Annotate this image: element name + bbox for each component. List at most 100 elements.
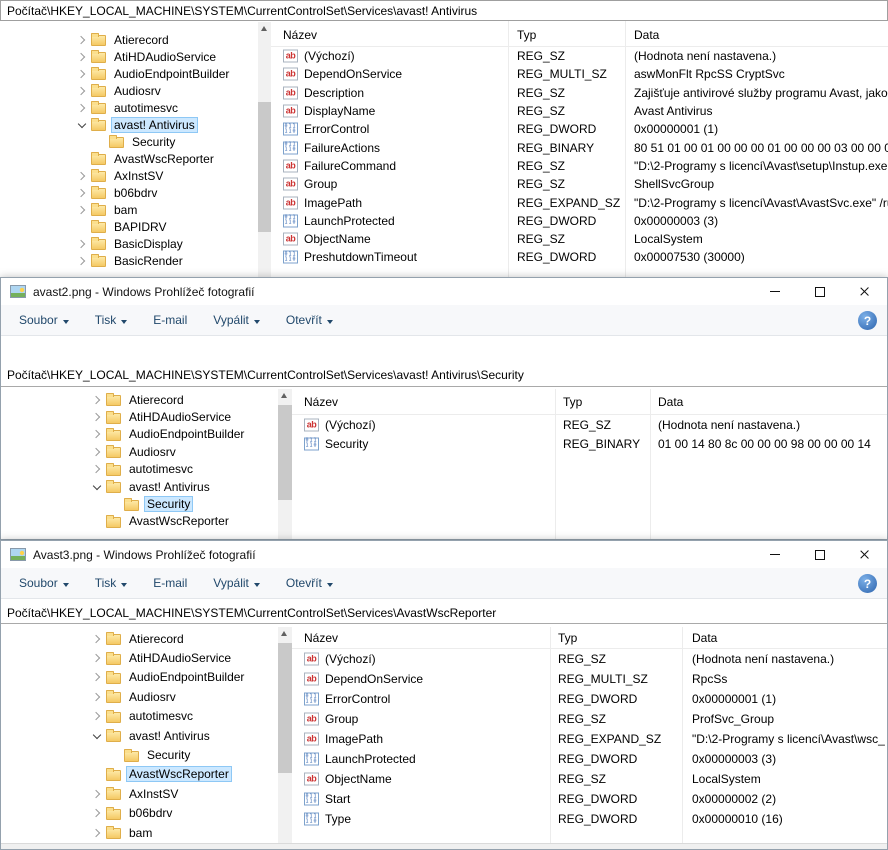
tree-item[interactable]: b06bdrv [0, 184, 258, 201]
menu-item[interactable]: Soubor [19, 313, 69, 327]
tree-item[interactable]: AvastWscReporter [1, 765, 278, 784]
tree-item[interactable]: autotimesvc [1, 707, 278, 726]
tree-item[interactable]: avast! Antivirus [1, 726, 278, 745]
tree-item[interactable]: BasicDisplay [0, 235, 258, 252]
registry-value-row[interactable]: ObjectName REG_SZ LocalSystem [271, 230, 888, 248]
registry-value-row[interactable]: (Výchozí) REG_SZ (Hodnota není nastavena… [292, 415, 887, 434]
tree-item[interactable]: AtiHDAudioService [1, 408, 278, 425]
registry-value-row[interactable]: Group REG_SZ ProfSvc_Group [292, 709, 887, 729]
menu-item[interactable]: Tisk [95, 313, 128, 327]
registry-value-row[interactable]: Group REG_SZ ShellSvcGroup [271, 175, 888, 193]
chevron-icon[interactable] [91, 671, 103, 683]
registry-value-row[interactable]: Security REG_BINARY 01 00 14 80 8c 00 00… [292, 434, 887, 453]
chevron-icon[interactable] [91, 515, 103, 527]
tree-item[interactable]: AxInstSV [1, 784, 278, 803]
menu-item[interactable]: Vypálit [213, 313, 260, 327]
registry-value-row[interactable]: DependOnService REG_MULTI_SZ RpcSs [292, 669, 887, 689]
chevron-icon[interactable] [91, 394, 103, 406]
horizontal-scrollbar[interactable] [1, 843, 887, 849]
tree-item[interactable]: b06bdrv [1, 804, 278, 823]
minimize-button[interactable] [752, 278, 797, 305]
column-header-type[interactable]: Typ [517, 28, 536, 42]
chevron-icon[interactable] [91, 691, 103, 703]
registry-value-row[interactable]: LaunchProtected REG_DWORD 0x00000003 (3) [292, 749, 887, 769]
chevron-icon[interactable] [76, 170, 88, 182]
scroll-up-icon[interactable] [258, 22, 271, 35]
menu-item[interactable]: E-mail [153, 313, 187, 327]
scroll-up-icon[interactable] [278, 627, 292, 640]
registry-value-row[interactable]: Type REG_DWORD 0x00000010 (16) [292, 809, 887, 829]
menu-item[interactable]: Tisk [95, 576, 128, 590]
close-button[interactable] [842, 278, 887, 305]
column-header-name[interactable]: Název [304, 631, 338, 645]
tree-item[interactable]: Audiosrv [1, 687, 278, 706]
tree-item[interactable]: bam [1, 823, 278, 842]
scrollbar-thumb[interactable] [278, 643, 292, 773]
titlebar[interactable]: avast2.png - Windows Prohlížeč fotografi… [1, 278, 887, 305]
tree-item[interactable]: AtiHDAudioService [1, 648, 278, 667]
maximize-button[interactable] [797, 278, 842, 305]
chevron-icon[interactable] [91, 768, 103, 780]
tree-item[interactable]: Audiosrv [0, 82, 258, 99]
registry-value-row[interactable]: ImagePath REG_EXPAND_SZ "D:\2-Programy s… [292, 729, 887, 749]
column-header-data[interactable]: Data [658, 395, 683, 409]
scrollbar-thumb[interactable] [258, 102, 271, 232]
tree-item[interactable]: BasicRender [0, 252, 258, 269]
menu-item[interactable]: E-mail [153, 576, 187, 590]
tree-item[interactable]: Security [0, 133, 258, 150]
chevron-icon[interactable] [91, 807, 103, 819]
tree-scrollbar[interactable] [278, 627, 292, 843]
registry-value-row[interactable]: Description REG_SZ Zajišťuje antivirové … [271, 84, 888, 102]
tree-item[interactable]: Atierecord [1, 391, 278, 408]
chevron-icon[interactable] [91, 446, 103, 458]
menu-item[interactable]: Otevřít [286, 313, 333, 327]
maximize-button[interactable] [797, 541, 842, 568]
chevron-icon[interactable] [91, 633, 103, 645]
chevron-icon[interactable] [91, 481, 103, 493]
tree-scrollbar[interactable] [278, 389, 292, 539]
tree-item[interactable]: Security [1, 495, 278, 512]
tree-item[interactable]: Security [1, 745, 278, 764]
registry-value-row[interactable]: DependOnService REG_MULTI_SZ aswMonFlt R… [271, 65, 888, 83]
chevron-icon[interactable] [76, 51, 88, 63]
tree-scrollbar[interactable] [258, 22, 271, 277]
chevron-icon[interactable] [76, 68, 88, 80]
column-header-type[interactable]: Typ [563, 395, 582, 409]
chevron-icon[interactable] [109, 749, 121, 761]
tree-item[interactable]: AxInstSV [0, 167, 258, 184]
help-button[interactable] [858, 311, 877, 330]
tree-item[interactable]: avast! Antivirus [0, 116, 258, 133]
tree-item[interactable]: autotimesvc [0, 99, 258, 116]
chevron-icon[interactable] [91, 411, 103, 423]
registry-value-row[interactable]: Start REG_DWORD 0x00000002 (2) [292, 789, 887, 809]
tree-item[interactable]: AvastWscReporter [1, 513, 278, 530]
menu-item[interactable]: Otevřít [286, 576, 333, 590]
tree-item[interactable]: AudioEndpointBuilder [1, 668, 278, 687]
tree-item[interactable]: Atierecord [0, 31, 258, 48]
registry-value-row[interactable]: ErrorControl REG_DWORD 0x00000001 (1) [271, 120, 888, 138]
chevron-icon[interactable] [91, 730, 103, 742]
chevron-icon[interactable] [76, 119, 88, 131]
column-header-name[interactable]: Název [283, 28, 317, 42]
tree-item[interactable]: AudioEndpointBuilder [0, 65, 258, 82]
minimize-button[interactable] [752, 541, 797, 568]
tree-item[interactable]: AtiHDAudioService [0, 48, 258, 65]
column-header-data[interactable]: Data [692, 631, 717, 645]
registry-value-row[interactable]: LaunchProtected REG_DWORD 0x00000003 (3) [271, 212, 888, 230]
chevron-icon[interactable] [76, 221, 88, 233]
chevron-icon[interactable] [76, 238, 88, 250]
chevron-icon[interactable] [91, 652, 103, 664]
registry-value-row[interactable]: ErrorControl REG_DWORD 0x00000001 (1) [292, 689, 887, 709]
tree-item[interactable]: AudioEndpointBuilder [1, 426, 278, 443]
chevron-icon[interactable] [76, 204, 88, 216]
menu-item[interactable]: Vypálit [213, 576, 260, 590]
column-header-type[interactable]: Typ [558, 631, 577, 645]
chevron-icon[interactable] [76, 187, 88, 199]
chevron-icon[interactable] [91, 463, 103, 475]
tree-item[interactable]: autotimesvc [1, 461, 278, 478]
titlebar[interactable]: Avast3.png - Windows Prohlížeč fotografi… [1, 541, 887, 568]
tree-item[interactable]: Audiosrv [1, 443, 278, 460]
chevron-icon[interactable] [76, 102, 88, 114]
registry-value-row[interactable]: PreshutdownTimeout REG_DWORD 0x00007530 … [271, 248, 888, 266]
tree-item[interactable]: avast! Antivirus [1, 478, 278, 495]
